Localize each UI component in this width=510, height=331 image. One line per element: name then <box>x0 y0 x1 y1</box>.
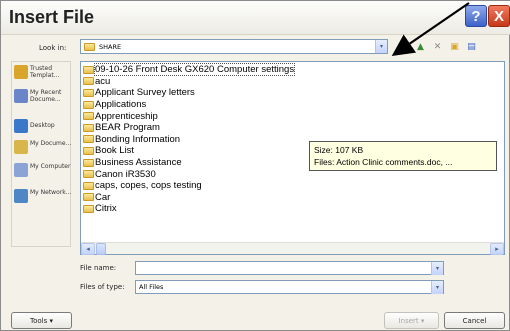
tools-button[interactable]: Tools ▾ <box>11 312 72 329</box>
toolbar: ◀ ▲ ✕ ▣ ▤ <box>397 40 478 53</box>
list-item[interactable]: acu <box>83 76 294 88</box>
folder-icon <box>83 123 94 132</box>
place-my-documents[interactable]: My Docume... <box>14 140 72 154</box>
list-item[interactable]: Applicant Survey letters <box>83 87 294 99</box>
folder-icon <box>83 181 94 190</box>
my-documents-icon <box>14 140 28 154</box>
back-icon[interactable]: ◀ <box>397 40 410 53</box>
folder-icon <box>84 42 95 51</box>
place-trusted-templates[interactable]: Trusted Templat... <box>14 65 72 79</box>
list-item[interactable]: Car <box>83 192 294 204</box>
place-label: Desktop <box>30 122 55 129</box>
insert-button[interactable]: Insert ▾ <box>384 312 439 329</box>
place-desktop[interactable]: Desktop <box>14 119 72 133</box>
list-item[interactable]: Canon iR3530 <box>83 168 294 180</box>
place-label: My Recent Docume... <box>30 89 62 103</box>
tooltip-files: Files: Action Clinic comments.doc, ... <box>314 157 453 167</box>
up-folder-icon[interactable]: ▲ <box>414 40 427 53</box>
folder-icon <box>83 135 94 144</box>
scroll-thumb[interactable] <box>96 243 106 255</box>
place-my-network[interactable]: My Network... <box>14 189 72 203</box>
look-in-label: Look in: <box>39 44 67 52</box>
chevron-down-icon[interactable]: ▾ <box>431 262 443 275</box>
title-bar: Insert File ? X <box>1 1 510 35</box>
scroll-right-icon[interactable]: ▸ <box>490 243 504 255</box>
dialog-title: Insert File <box>9 7 95 27</box>
list-item[interactable]: 09-10-26 Front Desk GX620 Computer setti… <box>83 63 296 77</box>
list-item[interactable]: caps, copes, cops testing <box>83 180 294 192</box>
list-item[interactable]: Book List <box>83 145 294 157</box>
place-my-recent-documents[interactable]: My Recent Docume... <box>14 89 72 103</box>
list-item[interactable]: Bonding Information <box>83 134 294 146</box>
look-in-dropdown[interactable]: SHARE ▾ <box>80 39 388 54</box>
close-button[interactable]: X <box>488 5 510 27</box>
list-item[interactable]: BEAR Program <box>83 122 294 134</box>
folder-icon <box>83 88 94 97</box>
folder-icon <box>83 193 94 202</box>
my-computer-icon <box>14 163 28 177</box>
file-items: 09-10-26 Front Desk GX620 Computer setti… <box>83 63 296 215</box>
file-name-label: File name: <box>80 264 117 272</box>
folder-icon <box>83 204 94 213</box>
look-in-value: SHARE <box>99 42 122 51</box>
list-item[interactable]: Business Assistance <box>83 157 294 169</box>
file-type-label: Files of type: <box>80 283 125 291</box>
place-label: Trusted Templat... <box>30 65 60 79</box>
list-item[interactable]: Citrix <box>83 203 294 215</box>
folder-icon <box>83 112 94 121</box>
file-info-tooltip: Size: 107 KB Files: Action Clinic commen… <box>309 141 497 171</box>
new-folder-icon[interactable]: ▣ <box>448 40 461 53</box>
help-button[interactable]: ? <box>465 5 487 27</box>
places-bar: Trusted Templat... My Recent Docume... D… <box>11 61 71 247</box>
desktop-icon <box>14 119 28 133</box>
file-type-value: All Files <box>139 283 164 291</box>
folder-icon <box>83 65 94 74</box>
horizontal-scrollbar[interactable]: ◂ ▸ <box>81 242 504 255</box>
trusted-templates-icon <box>14 65 28 79</box>
cancel-button[interactable]: Cancel <box>444 312 505 329</box>
views-icon[interactable]: ▤ <box>465 40 478 53</box>
file-name-input[interactable]: ▾ <box>135 261 444 275</box>
folder-icon <box>83 100 94 109</box>
recent-documents-icon <box>14 89 28 103</box>
folder-icon <box>83 158 94 167</box>
folder-icon <box>83 146 94 155</box>
insert-file-dialog: Insert File ? X Look in: SHARE ▾ ◀ ▲ ✕ ▣… <box>0 0 510 331</box>
tooltip-size: Size: 107 KB <box>314 145 364 155</box>
scroll-left-icon[interactable]: ◂ <box>81 243 95 255</box>
file-type-dropdown[interactable]: All Files ▾ <box>135 280 444 294</box>
delete-icon[interactable]: ✕ <box>431 40 444 53</box>
folder-icon <box>83 170 94 179</box>
place-my-computer[interactable]: My Computer <box>14 163 72 177</box>
place-label: My Computer <box>30 163 71 170</box>
list-item[interactable]: Applications <box>83 99 294 111</box>
my-network-icon <box>14 189 28 203</box>
folder-icon <box>83 77 94 86</box>
place-label: My Network... <box>30 189 72 196</box>
chevron-down-icon[interactable]: ▾ <box>431 281 443 294</box>
list-item[interactable]: Apprenticeship <box>83 110 294 122</box>
place-label: My Docume... <box>30 140 72 147</box>
chevron-down-icon[interactable]: ▾ <box>375 40 387 53</box>
